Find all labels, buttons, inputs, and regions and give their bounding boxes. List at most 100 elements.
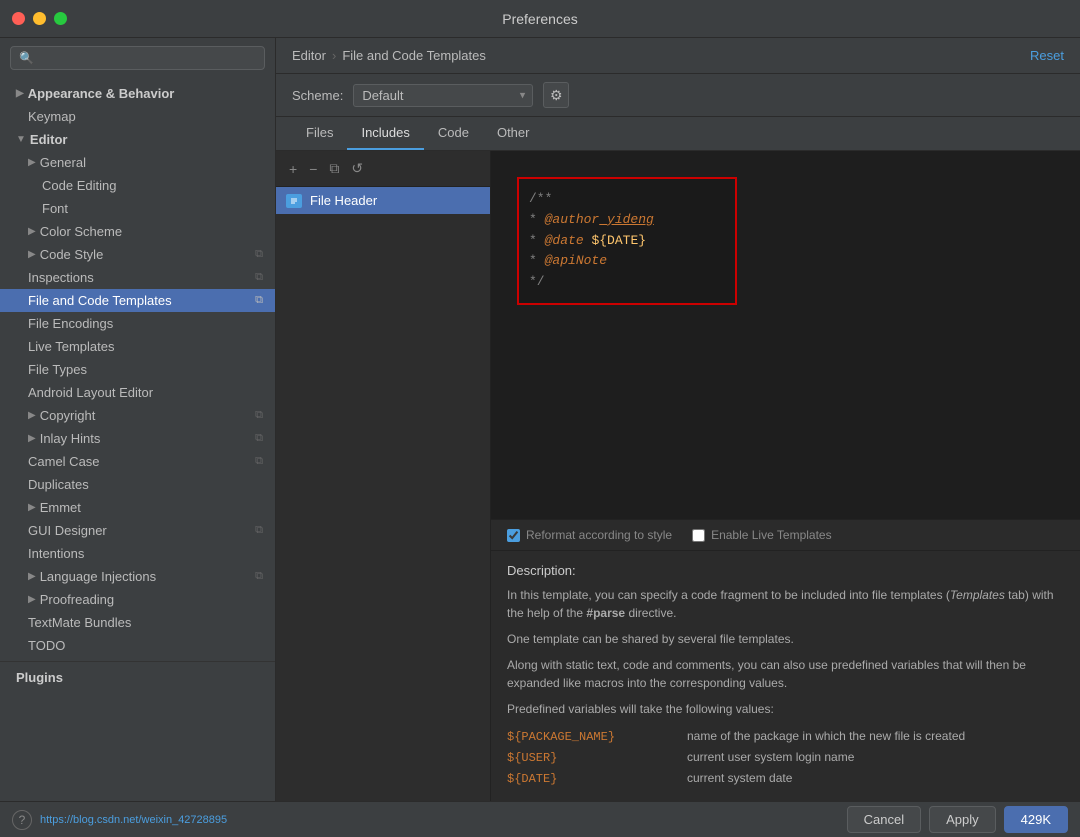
reset-button[interactable]: Reset	[1030, 48, 1064, 63]
var-name-user: ${USER}	[507, 751, 687, 765]
code-template-block: /** * @author yideng * @date ${DATE} * @…	[517, 177, 737, 305]
sidebar-item-label: Emmet	[40, 500, 81, 515]
sidebar-item-code-style[interactable]: ▶ Code Style ⧉	[0, 243, 275, 266]
sidebar-item-label: Appearance & Behavior	[28, 86, 175, 101]
sidebar-item-proofreading[interactable]: ▶ Proofreading	[0, 588, 275, 611]
sidebar-item-todo[interactable]: TODO	[0, 634, 275, 657]
sidebar-item-copyright[interactable]: ▶ Copyright ⧉	[0, 404, 275, 427]
chevron-right-icon: ▶	[16, 88, 24, 99]
scheme-label: Scheme:	[292, 88, 343, 103]
gear-button[interactable]: ⚙	[543, 82, 569, 108]
var-desc-date: current system date	[687, 771, 792, 785]
var-name-date: ${DATE}	[507, 772, 687, 786]
sidebar-item-label: Code Editing	[42, 178, 116, 193]
tabs-row: Files Includes Code Other	[276, 117, 1080, 151]
search-box[interactable]: 🔍	[10, 46, 265, 70]
minimize-button[interactable]	[33, 12, 46, 25]
var-desc-user: current user system login name	[687, 750, 854, 764]
tab-other[interactable]: Other	[483, 117, 544, 150]
var-row-date: ${DATE} current system date	[507, 768, 1064, 789]
sidebar-item-emmet[interactable]: ▶ Emmet	[0, 496, 275, 519]
sidebar-item-file-code-templates[interactable]: File and Code Templates ⧉	[0, 289, 275, 312]
code-line-4: * @apiNote	[529, 251, 725, 272]
tab-files[interactable]: Files	[292, 117, 347, 150]
var-desc-package: name of the package in which the new fil…	[687, 729, 965, 743]
tab-code[interactable]: Code	[424, 117, 483, 150]
description-panel: Description: In this template, you can s…	[491, 550, 1080, 801]
code-value-author: yideng	[599, 212, 654, 227]
sidebar-item-label: Plugins	[16, 670, 63, 685]
template-list: + − ⧉ ↺ File Header	[276, 151, 491, 801]
chevron-right-icon: ▶	[28, 433, 36, 444]
copy-template-button[interactable]: ⧉	[324, 157, 344, 180]
tab-includes[interactable]: Includes	[347, 117, 423, 150]
sidebar: 🔍 ▶ Appearance & Behavior Keymap ▼ Edito…	[0, 38, 276, 801]
bottom-right: Cancel Apply 429K	[847, 806, 1068, 833]
sidebar-item-textmate[interactable]: TextMate Bundles	[0, 611, 275, 634]
sidebar-item-language-injections[interactable]: ▶ Language Injections ⧉	[0, 565, 275, 588]
sidebar-item-camel-case[interactable]: Camel Case ⧉	[0, 450, 275, 473]
sidebar-item-inlay-hints[interactable]: ▶ Inlay Hints ⧉	[0, 427, 275, 450]
close-button[interactable]	[12, 12, 25, 25]
sidebar-item-general[interactable]: ▶ General	[0, 151, 275, 174]
checkbox-row: Reformat according to style Enable Live …	[491, 519, 1080, 550]
sidebar-item-file-types[interactable]: File Types	[0, 358, 275, 381]
reset-template-button[interactable]: ↺	[346, 157, 368, 180]
code-editor[interactable]: /** * @author yideng * @date ${DATE} * @…	[491, 151, 1080, 519]
breadcrumb-separator: ›	[332, 48, 336, 63]
sidebar-item-keymap[interactable]: Keymap	[0, 105, 275, 128]
content-header: Editor › File and Code Templates Reset	[276, 38, 1080, 74]
chevron-right-icon: ▶	[28, 226, 36, 237]
sidebar-item-code-editing[interactable]: Code Editing	[0, 174, 275, 197]
chevron-right-icon: ▶	[28, 249, 36, 260]
sidebar-item-label: File and Code Templates	[28, 293, 172, 308]
sidebar-item-inspections[interactable]: Inspections ⧉	[0, 266, 275, 289]
reformat-checkbox-label[interactable]: Reformat according to style	[507, 528, 672, 542]
chevron-down-icon: ▼	[16, 134, 26, 145]
nav-tree: ▶ Appearance & Behavior Keymap ▼ Editor …	[0, 78, 275, 801]
chevron-right-icon: ▶	[28, 502, 36, 513]
titlebar: Preferences	[0, 0, 1080, 38]
sidebar-item-label: Inlay Hints	[40, 431, 101, 446]
copy-icon: ⧉	[255, 409, 263, 422]
sidebar-item-label: Keymap	[28, 109, 76, 124]
help-button[interactable]: ?	[12, 810, 32, 830]
sidebar-item-label: TextMate Bundles	[28, 615, 131, 630]
sidebar-item-android-layout[interactable]: Android Layout Editor	[0, 381, 275, 404]
template-item-file-header[interactable]: File Header	[276, 187, 490, 214]
sidebar-item-label: Duplicates	[28, 477, 89, 492]
sidebar-item-live-templates[interactable]: Live Templates	[0, 335, 275, 358]
live-templates-checkbox-label[interactable]: Enable Live Templates	[692, 528, 832, 542]
sidebar-item-color-scheme[interactable]: ▶ Color Scheme	[0, 220, 275, 243]
sidebar-item-intentions[interactable]: Intentions	[0, 542, 275, 565]
sidebar-item-duplicates[interactable]: Duplicates	[0, 473, 275, 496]
scheme-select[interactable]: Default Project	[353, 84, 533, 107]
code-panel: /** * @author yideng * @date ${DATE} * @…	[491, 151, 1080, 801]
main-layout: 🔍 ▶ Appearance & Behavior Keymap ▼ Edito…	[0, 38, 1080, 801]
sidebar-item-label: Proofreading	[40, 592, 114, 607]
parse-bold: #parse	[586, 606, 625, 620]
window-title: Preferences	[502, 11, 577, 27]
copy-icon: ⧉	[255, 455, 263, 468]
code-star: *	[529, 212, 545, 227]
live-templates-checkbox[interactable]	[692, 529, 705, 542]
sidebar-item-appearance[interactable]: ▶ Appearance & Behavior	[0, 82, 275, 105]
add-template-button[interactable]: +	[284, 158, 302, 180]
code-star3: *	[529, 253, 545, 268]
sidebar-item-file-encodings[interactable]: File Encodings	[0, 312, 275, 335]
reformat-checkbox[interactable]	[507, 529, 520, 542]
sidebar-item-label: File Types	[28, 362, 87, 377]
cancel-button[interactable]: Cancel	[847, 806, 921, 833]
sidebar-item-editor[interactable]: ▼ Editor	[0, 128, 275, 151]
live-templates-label: Enable Live Templates	[711, 528, 832, 542]
sidebar-item-font[interactable]: Font	[0, 197, 275, 220]
sidebar-item-label: General	[40, 155, 86, 170]
copy-icon: ⧉	[255, 271, 263, 284]
sidebar-item-plugins[interactable]: Plugins	[0, 661, 275, 689]
ok-button[interactable]: 429K	[1004, 806, 1068, 833]
apply-button[interactable]: Apply	[929, 806, 996, 833]
remove-template-button[interactable]: −	[304, 158, 322, 180]
maximize-button[interactable]	[54, 12, 67, 25]
sidebar-item-gui-designer[interactable]: GUI Designer ⧉	[0, 519, 275, 542]
search-input[interactable]	[40, 51, 256, 65]
